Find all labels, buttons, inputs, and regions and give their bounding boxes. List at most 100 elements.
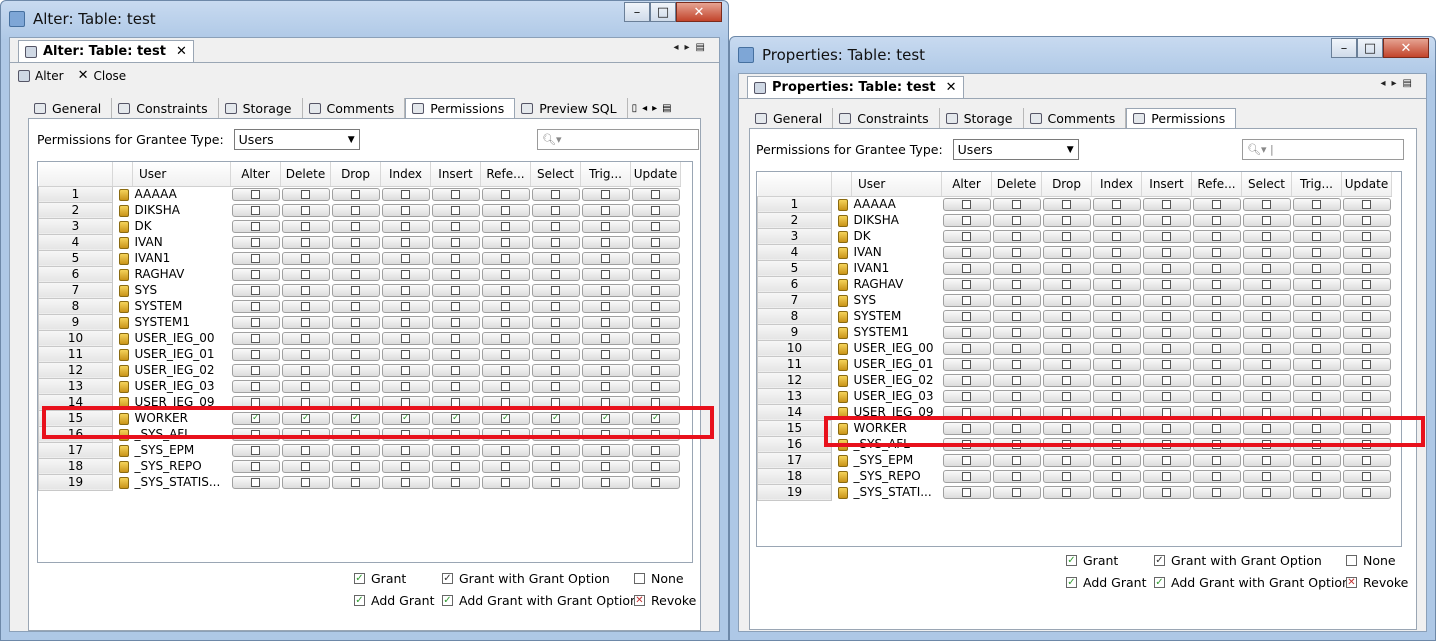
permission-toggle-refe[interactable] <box>481 395 530 409</box>
permission-toggle-trig[interactable]: ✓ <box>581 411 630 425</box>
table-row[interactable]: 11 USER_IEG_01 <box>38 345 681 363</box>
permission-toggle-trig[interactable] <box>1292 325 1341 339</box>
permission-toggle-update[interactable] <box>1342 309 1391 323</box>
column-header-select[interactable]: Select <box>1241 172 1292 197</box>
permission-toggle-select[interactable] <box>531 235 580 249</box>
permission-toggle-select[interactable] <box>1242 309 1291 323</box>
table-row[interactable]: 19 _SYS_STATI... <box>757 483 1392 501</box>
permission-toggle-trig[interactable] <box>581 219 630 233</box>
permission-toggle-refe[interactable] <box>1192 341 1241 355</box>
permission-toggle-drop[interactable] <box>331 219 380 233</box>
permission-toggle-alter[interactable] <box>942 341 991 355</box>
minimize-button[interactable]: – <box>1331 38 1357 58</box>
permission-toggle-drop[interactable] <box>1042 213 1091 227</box>
tab-nav-arrows[interactable]: ◂▸▤ <box>674 42 712 53</box>
permission-toggle-update[interactable] <box>631 187 680 201</box>
permission-toggle-drop[interactable] <box>1042 485 1091 499</box>
permission-toggle-insert[interactable] <box>431 347 480 361</box>
permission-toggle-index[interactable] <box>381 299 430 313</box>
permission-toggle-refe[interactable] <box>481 219 530 233</box>
permission-toggle-delete[interactable] <box>992 469 1041 483</box>
permission-toggle-select[interactable]: ✓ <box>531 411 580 425</box>
permission-toggle-update[interactable] <box>631 203 680 217</box>
permission-toggle-index[interactable] <box>1092 277 1141 291</box>
permission-toggle-alter[interactable] <box>231 283 280 297</box>
permission-toggle-refe[interactable] <box>1192 277 1241 291</box>
permission-toggle-trig[interactable] <box>1292 261 1341 275</box>
permission-toggle-trig[interactable] <box>581 331 630 345</box>
permission-toggle-refe[interactable]: ✓ <box>481 411 530 425</box>
alter-button[interactable]: Alter <box>18 69 64 83</box>
permission-toggle-drop[interactable] <box>331 347 380 361</box>
table-row[interactable]: 2 DIKSHA <box>757 211 1392 229</box>
close-tab-icon[interactable]: ✕ <box>946 80 957 95</box>
table-row[interactable]: 14 USER_IEG_09 <box>757 403 1392 421</box>
permission-toggle-refe[interactable] <box>481 251 530 265</box>
permission-toggle-refe[interactable] <box>1192 357 1241 371</box>
permission-toggle-index[interactable] <box>381 395 430 409</box>
permission-toggle-index[interactable] <box>381 235 430 249</box>
permission-toggle-trig[interactable] <box>1292 213 1341 227</box>
close-tab-icon[interactable]: ✕ <box>176 44 187 59</box>
permission-toggle-update[interactable] <box>631 267 680 281</box>
column-header-update[interactable]: Update <box>630 162 681 187</box>
permission-toggle-drop[interactable] <box>1042 197 1091 211</box>
permission-toggle-refe[interactable] <box>481 315 530 329</box>
permission-toggle-alter[interactable] <box>231 315 280 329</box>
permission-toggle-index[interactable] <box>381 475 430 489</box>
column-header-index[interactable]: Index <box>380 162 431 187</box>
permission-toggle-alter[interactable] <box>942 197 991 211</box>
permission-toggle-alter[interactable] <box>942 325 991 339</box>
permission-toggle-refe[interactable] <box>481 475 530 489</box>
permission-toggle-drop[interactable] <box>331 315 380 329</box>
permission-toggle-drop[interactable] <box>1042 469 1091 483</box>
permission-toggle-insert[interactable] <box>1142 421 1191 435</box>
maximize-button[interactable]: □ <box>650 2 676 22</box>
permission-toggle-drop[interactable] <box>331 459 380 473</box>
permission-toggle-index[interactable]: ✓ <box>381 411 430 425</box>
permission-toggle-select[interactable] <box>1242 357 1291 371</box>
table-row[interactable]: 1 AAAAA <box>757 195 1392 213</box>
permission-toggle-drop[interactable] <box>1042 309 1091 323</box>
permission-toggle-delete[interactable]: ✓ <box>281 411 330 425</box>
permission-toggle-trig[interactable] <box>581 475 630 489</box>
permission-toggle-update[interactable] <box>631 363 680 377</box>
permission-toggle-index[interactable] <box>1092 453 1141 467</box>
permission-toggle-drop[interactable] <box>1042 357 1091 371</box>
permission-toggle-drop[interactable] <box>331 443 380 457</box>
permission-toggle-trig[interactable] <box>581 283 630 297</box>
column-header-drop[interactable]: Drop <box>330 162 381 187</box>
search-input[interactable]: 🔍︎▾ <box>537 129 699 150</box>
permission-toggle-update[interactable] <box>1342 469 1391 483</box>
table-row[interactable]: 19 _SYS_STATIS... <box>38 473 681 491</box>
permission-toggle-drop[interactable] <box>331 187 380 201</box>
permission-toggle-alter[interactable] <box>231 187 280 201</box>
permission-toggle-refe[interactable] <box>1192 421 1241 435</box>
permission-toggle-delete[interactable] <box>281 379 330 393</box>
permission-toggle-trig[interactable] <box>581 299 630 313</box>
tab-storage[interactable]: Storage <box>940 108 1024 128</box>
permission-toggle-alter[interactable] <box>231 347 280 361</box>
permission-toggle-index[interactable] <box>1092 437 1141 451</box>
permission-toggle-drop[interactable] <box>331 299 380 313</box>
permission-toggle-update[interactable] <box>1342 261 1391 275</box>
permission-toggle-delete[interactable] <box>281 363 330 377</box>
permission-toggle-refe[interactable] <box>1192 437 1241 451</box>
permission-toggle-select[interactable] <box>1242 453 1291 467</box>
table-row[interactable]: 18 _SYS_REPO <box>38 457 681 475</box>
permission-toggle-index[interactable] <box>1092 421 1141 435</box>
table-row[interactable]: 1 AAAAA <box>38 185 681 203</box>
maximize-button[interactable]: □ <box>1357 38 1383 58</box>
permission-toggle-drop[interactable] <box>1042 437 1091 451</box>
permission-toggle-update[interactable] <box>1342 277 1391 291</box>
table-row[interactable]: 12 USER_IEG_02 <box>38 361 681 379</box>
permission-toggle-trig[interactable] <box>581 203 630 217</box>
permission-toggle-trig[interactable] <box>1292 469 1341 483</box>
permission-toggle-trig[interactable] <box>1292 389 1341 403</box>
permission-toggle-insert[interactable]: ✓ <box>431 411 480 425</box>
permission-toggle-index[interactable] <box>381 219 430 233</box>
permission-toggle-alter[interactable] <box>942 213 991 227</box>
permission-toggle-select[interactable] <box>531 219 580 233</box>
permission-toggle-delete[interactable] <box>992 421 1041 435</box>
permission-toggle-update[interactable] <box>1342 485 1391 499</box>
